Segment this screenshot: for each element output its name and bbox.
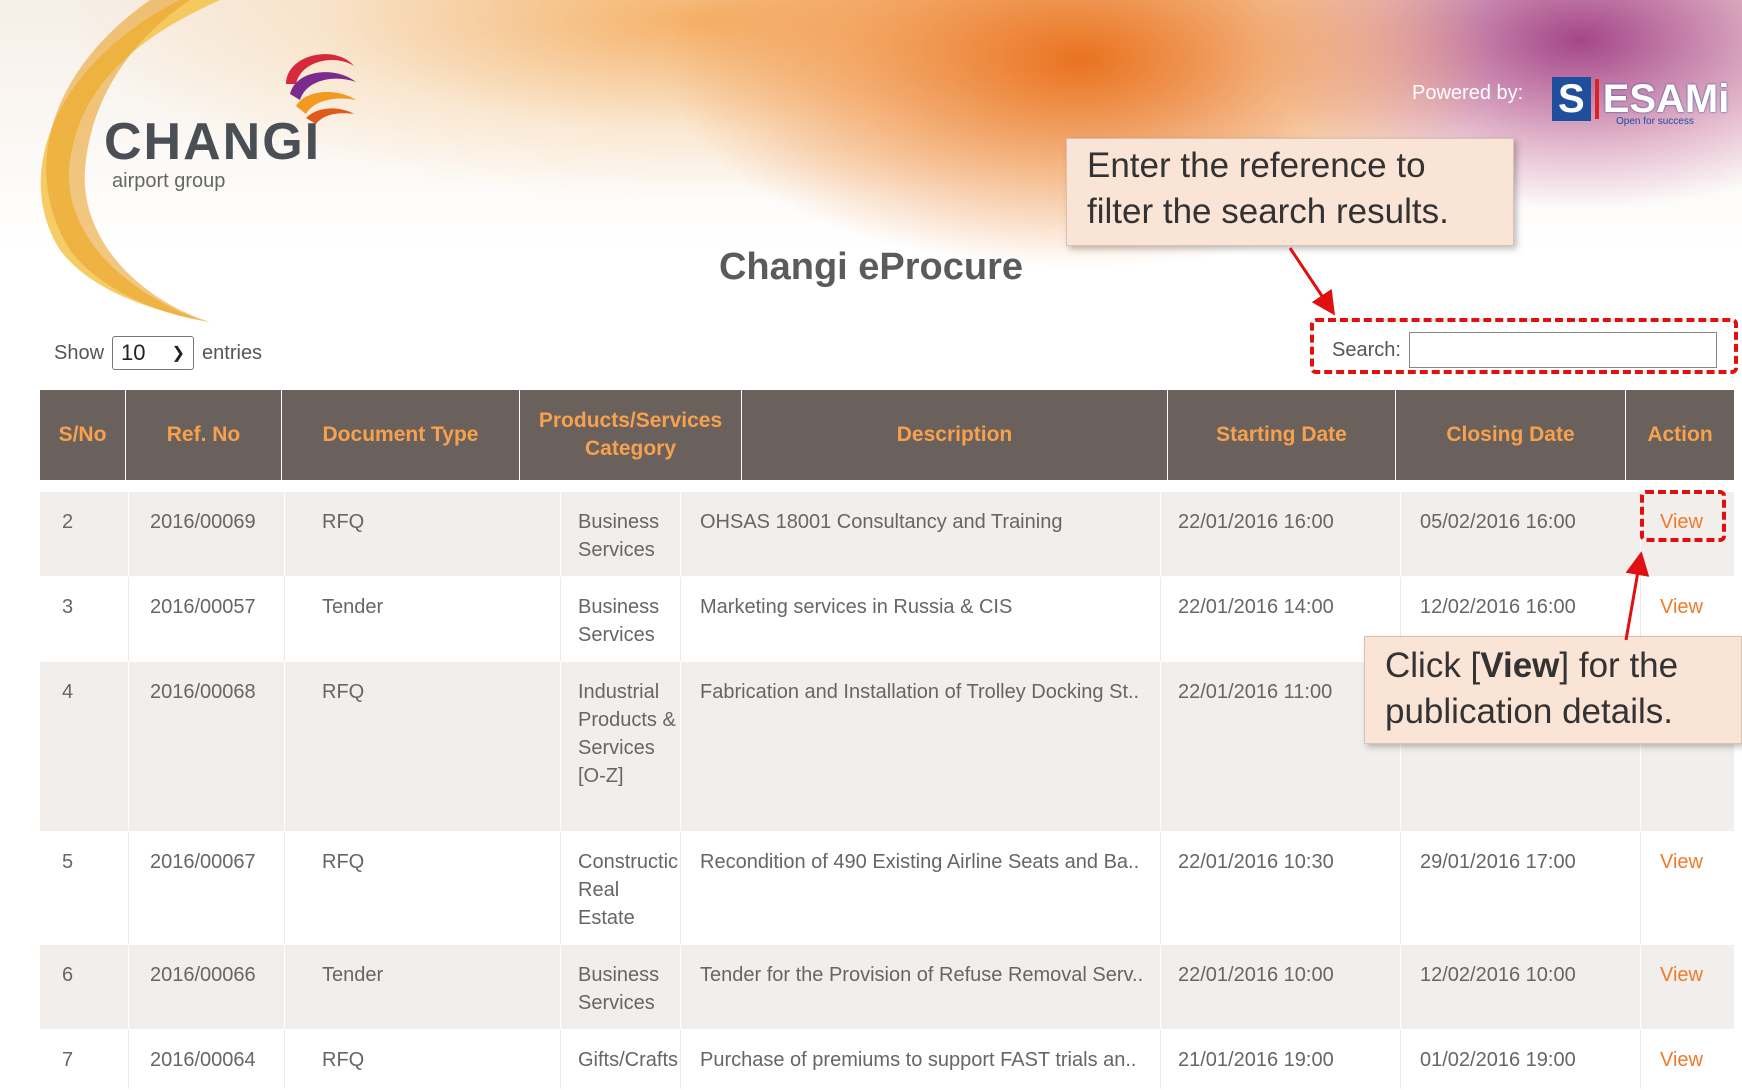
cell-sno: 2 <box>62 511 74 533</box>
col-header-ref[interactable]: Ref. No <box>126 390 282 480</box>
cell-start-date: 22/01/2016 10:30 <box>1178 851 1334 873</box>
cell-doctype: RFQ <box>322 851 365 873</box>
cell-sno: 4 <box>62 681 74 703</box>
entries-length-control: Show 10 ❯ entries <box>54 336 262 370</box>
sesami-logo-s: S <box>1552 77 1591 121</box>
table-row: 7 2016/00064 RFQ Gifts/Crafts Purchase o… <box>40 1030 1734 1090</box>
search-callout-text: Enter the reference to filter the search… <box>1087 146 1449 231</box>
cell-description: Tender for the Provision of Refuse Remov… <box>700 964 1144 986</box>
cell-doctype: RFQ <box>322 1049 365 1071</box>
cell-sno: 7 <box>62 1049 74 1071</box>
cell-ref: 2016/00057 <box>150 596 256 618</box>
col-header-close[interactable]: Closing Date <box>1396 390 1626 480</box>
sesami-logo-rest: ESAMi <box>1602 76 1730 121</box>
cell-ref: 2016/00068 <box>150 681 256 703</box>
page-title: Changi eProcure <box>718 246 1024 288</box>
table-row: 6 2016/00066 Tender Business Services Te… <box>40 945 1734 1030</box>
sesami-tagline: Open for success <box>1616 116 1694 127</box>
sesami-logo-bar <box>1594 79 1599 119</box>
cell-close-date: 01/02/2016 19:00 <box>1420 1049 1576 1071</box>
search-callout: Enter the reference to filter the search… <box>1066 138 1514 246</box>
view-callout: Click [View] for the publication details… <box>1364 636 1742 744</box>
cell-ref: 2016/00069 <box>150 511 256 533</box>
search-highlight-box <box>1310 318 1738 374</box>
cell-start-date: 22/01/2016 11:00 <box>1178 681 1333 703</box>
cell-doctype: RFQ <box>322 511 365 533</box>
cell-description: Marketing services in Russia & CIS <box>700 596 1013 618</box>
powered-by-label: Powered by: <box>1412 82 1524 104</box>
cell-start-date: 22/01/2016 16:00 <box>1178 511 1334 533</box>
view-link[interactable]: View <box>1660 593 1703 621</box>
col-header-start[interactable]: Starting Date <box>1168 390 1396 480</box>
entries-select-value: 10 <box>121 340 146 365</box>
cell-category: Industrial Products & Services [O-Z] <box>578 681 676 787</box>
logo-wordmark: CHANGI <box>104 113 322 171</box>
cell-close-date: 12/02/2016 10:00 <box>1420 964 1576 986</box>
col-header-category[interactable]: Products/Services Category <box>520 390 742 480</box>
cell-category: Gifts/Crafts <box>578 1049 679 1071</box>
view-link[interactable]: View <box>1660 961 1703 989</box>
entries-label: entries <box>202 341 263 364</box>
cell-start-date: 21/01/2016 19:00 <box>1178 1049 1334 1071</box>
cell-category: Business Services <box>578 964 660 1014</box>
cell-description: OHSAS 18001 Consultancy and Training <box>700 511 1063 533</box>
col-header-sno[interactable]: S/No <box>40 390 126 480</box>
cell-category: Business Services <box>578 511 660 561</box>
cell-start-date: 22/01/2016 10:00 <box>1178 964 1334 986</box>
table-body: 2 2016/00069 RFQ Business Services OHSAS… <box>40 492 1734 1090</box>
cell-ref: 2016/00064 <box>150 1049 256 1071</box>
col-header-description[interactable]: Description <box>742 390 1168 480</box>
view-callout-pre: Click [ <box>1385 646 1481 685</box>
logo-subtitle: airport group <box>112 170 226 192</box>
entries-select[interactable]: 10 ❯ <box>112 336 195 370</box>
view-link[interactable]: View <box>1660 848 1703 876</box>
cell-description: Recondition of 490 Existing Airline Seat… <box>700 851 1140 873</box>
col-header-doctype[interactable]: Document Type <box>282 390 520 480</box>
cell-close-date: 12/02/2016 16:00 <box>1420 596 1576 618</box>
cell-sno: 5 <box>62 851 74 873</box>
cell-description: Fabrication and Installation of Trolley … <box>700 681 1140 703</box>
view-highlight-box <box>1640 490 1726 542</box>
table-row: 2 2016/00069 RFQ Business Services OHSAS… <box>40 492 1734 577</box>
cell-ref: 2016/00067 <box>150 851 256 873</box>
cell-sno: 3 <box>62 596 74 618</box>
cell-category: Business Services <box>578 596 660 646</box>
view-link[interactable]: View <box>1660 1046 1703 1074</box>
table-header: S/No Ref. No Document Type Products/Serv… <box>40 390 1734 480</box>
cell-doctype: RFQ <box>322 681 365 703</box>
cell-close-date: 29/01/2016 17:00 <box>1420 851 1576 873</box>
col-header-action[interactable]: Action <box>1626 390 1734 480</box>
cell-ref: 2016/00066 <box>150 964 256 986</box>
table-row: 5 2016/00067 RFQ Constructic Real Estate… <box>40 832 1734 945</box>
cell-description: Purchase of premiums to support FAST tri… <box>700 1049 1137 1071</box>
show-label: Show <box>54 341 105 364</box>
cell-start-date: 22/01/2016 14:00 <box>1178 596 1334 618</box>
cell-category: Constructic Real Estate <box>578 851 678 929</box>
cell-doctype: Tender <box>322 596 384 618</box>
cell-close-date: 05/02/2016 16:00 <box>1420 511 1576 533</box>
cell-doctype: Tender <box>322 964 384 986</box>
chevron-down-icon: ❯ <box>171 345 186 362</box>
cell-sno: 6 <box>62 964 74 986</box>
view-callout-bold: View <box>1480 646 1560 685</box>
